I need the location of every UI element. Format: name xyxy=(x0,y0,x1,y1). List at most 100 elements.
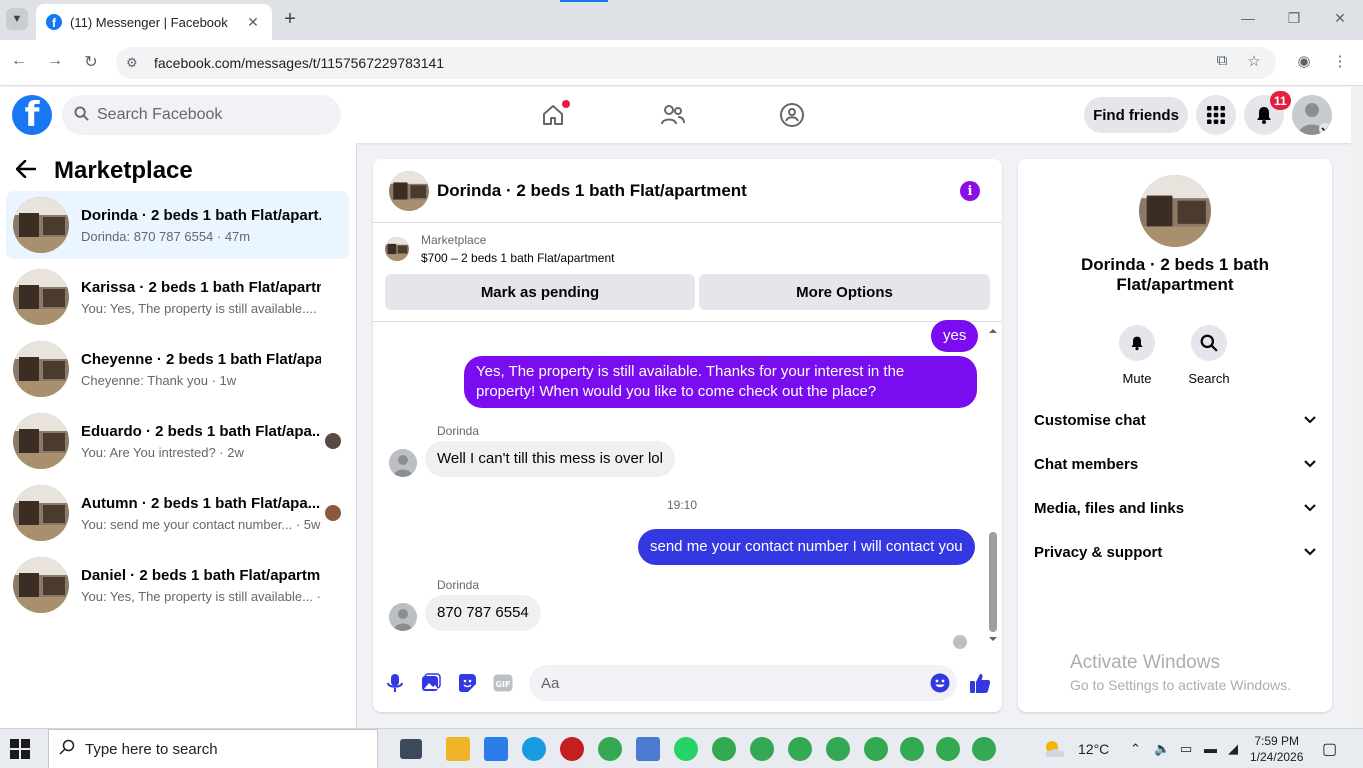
wifi-icon[interactable]: ◢ xyxy=(1228,741,1238,757)
customise-chat-section[interactable]: Customise chat xyxy=(1034,408,1316,432)
outgoing-message[interactable]: send me your contact number I will conta… xyxy=(638,529,975,565)
address-bar[interactable]: ⚙ facebook.com/messages/t/11575672297831… xyxy=(116,47,1276,79)
chrome-icon[interactable] xyxy=(864,737,888,761)
facebook-logo-icon[interactable]: f xyxy=(12,95,52,135)
weather-widget[interactable]: 12°C xyxy=(1042,739,1109,759)
conversation-name: Autumn · 2 beds 1 bath Flat/apa... xyxy=(81,494,321,512)
search-icon xyxy=(1191,325,1227,361)
close-tab-icon[interactable]: ✕ xyxy=(244,14,262,31)
store-icon[interactable] xyxy=(484,737,508,761)
sender-avatar[interactable] xyxy=(389,603,417,631)
install-app-icon[interactable]: ⧉ xyxy=(1212,52,1232,69)
thumbs-up-icon[interactable] xyxy=(968,671,992,695)
bookmark-star-icon[interactable]: ☆ xyxy=(1244,52,1264,70)
minimize-window-icon[interactable]: — xyxy=(1238,10,1258,26)
browser-tab-active[interactable]: f (11) Messenger | Facebook ✕ xyxy=(36,4,272,40)
back-arrow-icon[interactable] xyxy=(15,158,38,184)
listing-thumbnail xyxy=(13,557,69,613)
notifications-center-icon[interactable]: ▢ xyxy=(1322,739,1337,759)
device-icon[interactable]: ▭ xyxy=(1180,741,1192,757)
chrome-icon[interactable] xyxy=(900,737,924,761)
message-input[interactable]: Aa xyxy=(529,665,957,701)
chrome-icon[interactable] xyxy=(826,737,850,761)
sender-avatar[interactable] xyxy=(389,449,417,477)
conversation-item-daniel[interactable]: Daniel · 2 beds 1 bath Flat/apartm... Yo… xyxy=(6,551,349,619)
app-icon[interactable] xyxy=(636,737,660,761)
account-avatar[interactable] xyxy=(1292,95,1332,135)
tray-chevron-up-icon[interactable]: ⌃ xyxy=(1130,741,1141,757)
gif-icon[interactable]: GIF xyxy=(491,671,515,695)
windows-start-icon[interactable] xyxy=(10,739,30,759)
taskbar-search-box[interactable]: Type here to search xyxy=(48,729,378,768)
conversation-item-cheyenne[interactable]: Cheyenne · 2 beds 1 bath Flat/apar... Ch… xyxy=(6,335,349,403)
site-info-icon[interactable]: ⚙ xyxy=(126,55,144,71)
facebook-favicon-icon: f xyxy=(46,14,62,30)
search-conversation-button[interactable]: Search xyxy=(1179,325,1239,386)
info-icon[interactable]: i xyxy=(960,181,980,201)
whatsapp-icon[interactable] xyxy=(674,737,698,761)
marketplace-listing-banner[interactable]: Marketplace $700 – 2 beds 1 bath Flat/ap… xyxy=(385,233,614,265)
volume-icon[interactable]: 🔈 xyxy=(1154,741,1170,757)
conversation-name: Daniel · 2 beds 1 bath Flat/apartm... xyxy=(81,566,321,584)
taskbar-clock[interactable]: 7:59 PM 1/24/2026 xyxy=(1250,733,1303,765)
mute-button[interactable]: Mute xyxy=(1107,325,1167,386)
new-tab-button[interactable]: + xyxy=(280,9,300,29)
chrome-icon[interactable] xyxy=(972,737,996,761)
listing-small-thumbnail xyxy=(385,237,409,261)
friends-icon[interactable] xyxy=(659,101,687,129)
forward-icon[interactable]: → xyxy=(44,52,66,70)
app-icon[interactable] xyxy=(560,737,584,761)
watermark-title: Activate Windows xyxy=(1070,652,1220,673)
conversation-item-dorinda[interactable]: Dorinda · 2 beds 1 bath Flat/apart... Do… xyxy=(6,191,349,259)
listing-title: $700 – 2 beds 1 bath Flat/apartment xyxy=(421,251,615,265)
tab-search-button[interactable]: ▼ xyxy=(6,8,28,30)
groups-icon[interactable] xyxy=(778,101,806,129)
chrome-icon[interactable] xyxy=(936,737,960,761)
photo-icon[interactable] xyxy=(419,671,443,695)
conversation-item-karissa[interactable]: Karissa · 2 beds 1 bath Flat/apartm... Y… xyxy=(6,263,349,331)
chat-listing-thumbnail[interactable] xyxy=(389,170,429,211)
privacy-support-section[interactable]: Privacy & support xyxy=(1034,540,1316,564)
facebook-header: f Search Facebook Find friends 11 xyxy=(0,87,1351,143)
task-view-icon[interactable] xyxy=(400,739,422,759)
more-options-button[interactable]: More Options xyxy=(699,274,990,310)
browser-menu-icon[interactable]: ⋮ xyxy=(1330,52,1350,70)
reload-icon[interactable]: ↻ xyxy=(80,52,102,72)
chrome-icon[interactable] xyxy=(750,737,774,761)
media-files-links-section[interactable]: Media, files and links xyxy=(1034,496,1316,520)
chat-title[interactable]: Dorinda · 2 beds 1 bath Flat/apartment xyxy=(437,181,747,201)
menu-grid-icon[interactable] xyxy=(1196,95,1236,135)
chrome-icon[interactable] xyxy=(712,737,736,761)
edge-icon[interactable] xyxy=(522,737,546,761)
outgoing-message[interactable]: Yes, The property is still available. Th… xyxy=(464,356,977,408)
chrome-icon[interactable] xyxy=(788,737,812,761)
find-friends-button[interactable]: Find friends xyxy=(1084,97,1188,133)
back-icon[interactable]: ← xyxy=(8,52,30,70)
details-listing-image[interactable] xyxy=(1139,175,1211,247)
chat-scrollbar[interactable] xyxy=(988,327,998,647)
page-scrollbar[interactable] xyxy=(1351,87,1363,728)
chat-members-section[interactable]: Chat members xyxy=(1034,452,1316,476)
profile-icon[interactable]: ◉ xyxy=(1294,52,1314,70)
microphone-icon[interactable] xyxy=(383,671,407,695)
read-receipt-avatar xyxy=(953,635,967,649)
seen-avatar xyxy=(325,433,341,449)
chrome-icon[interactable] xyxy=(598,737,622,761)
incoming-message[interactable]: Well I can't till this mess is over lol xyxy=(425,441,675,477)
battery-icon[interactable]: ▬ xyxy=(1204,741,1217,756)
outgoing-message[interactable]: yes xyxy=(931,320,979,352)
file-explorer-icon[interactable] xyxy=(446,737,470,761)
restore-window-icon[interactable]: ❐ xyxy=(1284,10,1304,27)
chevron-down-icon xyxy=(1304,545,1316,559)
facebook-search-input[interactable]: Search Facebook xyxy=(62,95,341,135)
close-window-icon[interactable]: ✕ xyxy=(1330,10,1350,27)
home-notification-dot xyxy=(562,100,570,108)
listing-thumbnail xyxy=(13,341,69,397)
sticker-icon[interactable] xyxy=(455,671,479,695)
mute-label: Mute xyxy=(1122,371,1152,386)
mark-as-pending-button[interactable]: Mark as pending xyxy=(385,274,695,310)
conversation-item-autumn[interactable]: Autumn · 2 beds 1 bath Flat/apa... You: … xyxy=(6,479,349,547)
conversation-item-eduardo[interactable]: Eduardo · 2 beds 1 bath Flat/apa... You:… xyxy=(6,407,349,475)
emoji-icon[interactable] xyxy=(928,671,952,695)
incoming-message[interactable]: 870 787 6554 xyxy=(425,595,541,631)
